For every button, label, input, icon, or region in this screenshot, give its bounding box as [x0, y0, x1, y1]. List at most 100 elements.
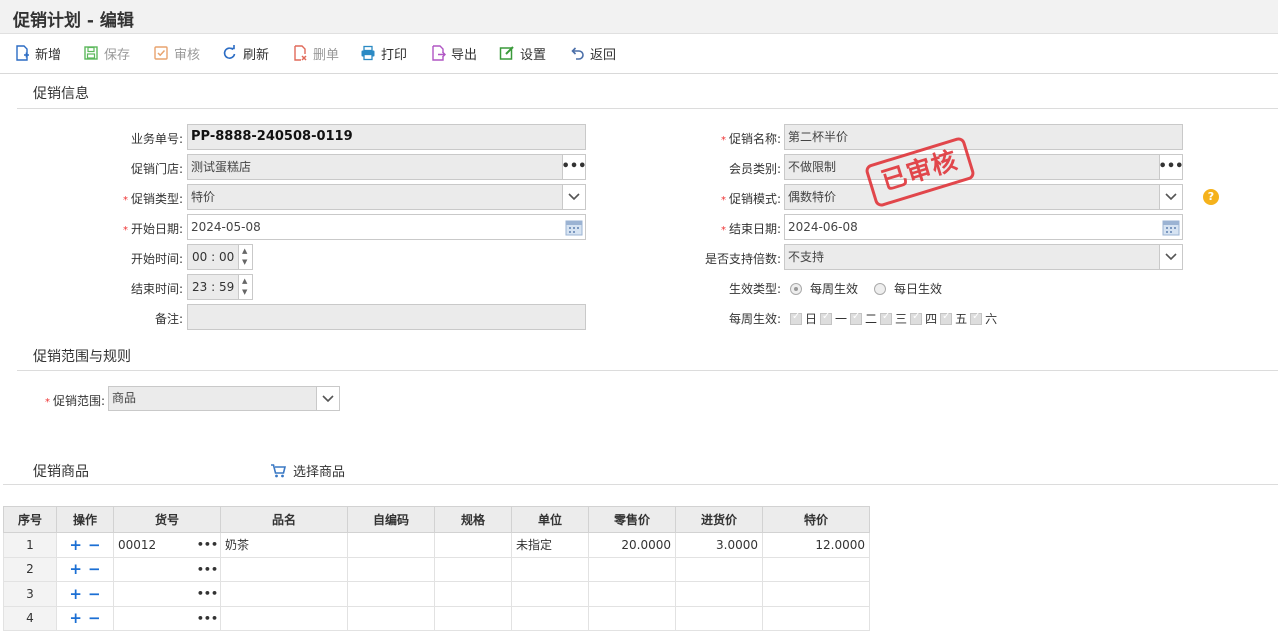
delete-button[interactable]: 删单	[292, 43, 339, 63]
multiple-dropdown-button[interactable]	[1159, 245, 1182, 269]
unit-cell[interactable]	[511, 605, 589, 631]
remark-field[interactable]	[187, 304, 586, 330]
weekday-checkbox[interactable]: 二	[850, 310, 877, 327]
weekday-checkbox[interactable]: 三	[880, 310, 907, 327]
weekday-checkbox[interactable]: 五	[940, 310, 967, 327]
mode-select[interactable]: 偶数特价	[784, 184, 1183, 210]
store-label: 促销门店:	[130, 162, 183, 176]
spin-up-icon[interactable]: ▲	[242, 277, 247, 285]
type-select[interactable]: 特价	[187, 184, 586, 210]
scope-dropdown-button[interactable]	[316, 387, 339, 410]
audit-button[interactable]: 审核	[153, 43, 200, 63]
code-cell[interactable]	[347, 581, 435, 607]
page-title: 促销计划 - 编辑	[13, 11, 134, 31]
code-cell[interactable]	[347, 532, 435, 558]
add-row-icon[interactable]: +	[69, 536, 82, 554]
refresh-button[interactable]: 刷新	[222, 43, 269, 63]
order-no-field[interactable]: PP-8888-240508-0119	[187, 124, 586, 150]
select-goods-button[interactable]: 选择商品	[270, 461, 345, 480]
sku-cell[interactable]: 00012 •••	[113, 532, 221, 558]
sku-cell[interactable]: •••	[113, 556, 221, 582]
name-cell[interactable]	[220, 581, 348, 607]
unit-cell[interactable]: 未指定	[511, 532, 589, 558]
start-date-field[interactable]: 2024-05-08	[187, 214, 586, 240]
type-value: 特价	[191, 190, 216, 204]
back-button[interactable]: 返回	[569, 43, 616, 63]
code-cell[interactable]	[347, 556, 435, 582]
mode-dropdown-button[interactable]	[1159, 185, 1182, 209]
new-button[interactable]: 新增	[14, 43, 61, 63]
retail-price-cell[interactable]	[588, 556, 676, 582]
cost-price-cell[interactable]	[675, 581, 763, 607]
print-button[interactable]: 打印	[360, 43, 407, 63]
start-time-spinner[interactable]: ▲ ▼	[238, 245, 252, 269]
ellipsis-icon[interactable]: •••	[197, 564, 218, 575]
name-cell[interactable]	[220, 605, 348, 631]
special-price-cell[interactable]	[762, 581, 870, 607]
spin-down-icon[interactable]: ▼	[242, 258, 247, 266]
spec-cell[interactable]	[434, 556, 512, 582]
add-row-icon[interactable]: +	[69, 560, 82, 578]
spin-up-icon[interactable]: ▲	[242, 247, 247, 255]
spec-cell[interactable]	[434, 581, 512, 607]
special-price-cell[interactable]	[762, 605, 870, 631]
cost-price-cell[interactable]: 3.0000	[675, 532, 763, 558]
name-cell[interactable]: 奶茶	[220, 532, 348, 558]
weekday-checkbox[interactable]: 四	[910, 310, 937, 327]
retail-price-cell[interactable]	[588, 605, 676, 631]
add-row-icon[interactable]: +	[69, 609, 82, 627]
start-time-field[interactable]: 00 : 00 ▲ ▼	[187, 244, 253, 270]
cost-price-cell[interactable]	[675, 556, 763, 582]
effect-weekly-radio[interactable]: 每周生效	[790, 280, 858, 297]
end-time-field[interactable]: 23 : 59 ▲ ▼	[187, 274, 253, 300]
row-seq: 3	[3, 581, 57, 607]
weekday-checkbox[interactable]: 日	[790, 310, 817, 327]
ellipsis-icon[interactable]: •••	[197, 613, 218, 624]
multiple-select[interactable]: 不支持	[784, 244, 1183, 270]
sku-cell[interactable]: •••	[113, 605, 221, 631]
end-date-field[interactable]: 2024-06-08	[784, 214, 1183, 240]
scope-select[interactable]: 商品	[108, 386, 340, 411]
export-label: 导出	[451, 47, 478, 63]
spec-cell[interactable]	[434, 605, 512, 631]
name-cell[interactable]	[220, 556, 348, 582]
special-price-cell[interactable]	[762, 556, 870, 582]
spec-cell[interactable]	[434, 532, 512, 558]
retail-price-cell[interactable]: 20.0000	[588, 532, 676, 558]
help-icon[interactable]: ?	[1203, 189, 1219, 205]
member-field[interactable]: 不做限制 •••	[784, 154, 1183, 180]
retail-price-cell[interactable]	[588, 581, 676, 607]
cost-price-cell[interactable]	[675, 605, 763, 631]
ellipsis-icon: •••	[1158, 159, 1183, 174]
weekday-checkbox[interactable]: 一	[820, 310, 847, 327]
remove-row-icon[interactable]: −	[88, 609, 101, 627]
type-dropdown-button[interactable]	[562, 185, 585, 209]
settings-button[interactable]: 设置	[499, 43, 546, 63]
weekday-checkbox[interactable]: 六	[970, 310, 997, 327]
save-button[interactable]: 保存	[83, 43, 130, 63]
store-picker-button[interactable]: •••	[562, 155, 585, 179]
sku-cell[interactable]: •••	[113, 581, 221, 607]
spin-down-icon[interactable]: ▼	[242, 288, 247, 296]
effect-daily-radio[interactable]: 每日生效	[874, 280, 942, 297]
unit-cell[interactable]	[511, 556, 589, 582]
select-goods-label: 选择商品	[293, 465, 346, 480]
add-row-icon[interactable]: +	[69, 585, 82, 603]
store-field[interactable]: 测试蛋糕店 •••	[187, 154, 586, 180]
export-button[interactable]: 导出	[430, 43, 477, 63]
end-time-spinner[interactable]: ▲ ▼	[238, 275, 252, 299]
unit-cell[interactable]	[511, 581, 589, 607]
calendar-icon[interactable]	[1162, 218, 1180, 236]
member-picker-button[interactable]: •••	[1158, 155, 1183, 179]
checkbox-checked-icon	[880, 311, 893, 325]
row-actions: + −	[56, 532, 114, 558]
remove-row-icon[interactable]: −	[88, 585, 101, 603]
special-price-cell[interactable]: 12.0000	[762, 532, 870, 558]
remove-row-icon[interactable]: −	[88, 536, 101, 554]
ellipsis-icon[interactable]: •••	[197, 588, 218, 599]
code-cell[interactable]	[347, 605, 435, 631]
name-field[interactable]: 第二杯半价	[784, 124, 1183, 150]
calendar-icon[interactable]	[565, 218, 583, 236]
remove-row-icon[interactable]: −	[88, 560, 101, 578]
ellipsis-icon[interactable]: •••	[197, 539, 218, 550]
